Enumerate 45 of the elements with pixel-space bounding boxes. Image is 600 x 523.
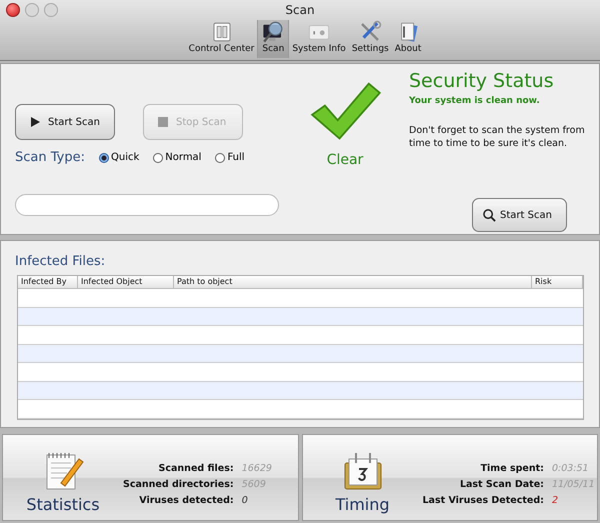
toolbar-item[interactable]: Settings (348, 20, 392, 58)
table-row[interactable] (18, 308, 583, 326)
stat-label: Scanned files: (158, 463, 234, 474)
stat-value: 0:03:51 (552, 463, 590, 474)
status-message: Don't forget to scan the system from time to time to be sure it's clean. (409, 124, 586, 151)
stop-icon (158, 117, 168, 127)
stat-label: Time spent: (480, 463, 544, 474)
column-header[interactable]: Risk (532, 276, 583, 288)
scan-type-label: Scan Type: (15, 150, 86, 165)
close-button[interactable] (6, 3, 20, 17)
table-row[interactable] (18, 344, 583, 363)
start-scan-button[interactable]: Start Scan (472, 198, 567, 232)
stat-value: 0 (242, 495, 249, 506)
window-title: Scan (284, 2, 316, 17)
stat-label: Scanned directories: (123, 479, 234, 490)
stat-value: 16629 (242, 463, 272, 474)
magnifier-icon (261, 20, 286, 44)
status-headline: Your system is clean now. (409, 96, 541, 106)
column-header[interactable]: Infected Object (78, 276, 174, 288)
toolbar-item[interactable]: About (392, 20, 424, 58)
toolbar-item[interactable]: System Info (289, 20, 349, 58)
minimize-button[interactable] (25, 3, 39, 17)
stat-value: 2 (552, 495, 559, 506)
stat-label: Last Viruses Detected: (422, 495, 544, 506)
panel-title: Statistics (26, 495, 100, 514)
stat-label: Viruses detected: (138, 495, 234, 506)
start-scan-button[interactable]: Start Scan (15, 104, 115, 140)
play-icon (30, 117, 40, 127)
status-label: Clear (326, 152, 364, 168)
table-row[interactable] (18, 382, 583, 400)
section-title: Infected Files: (15, 254, 106, 269)
column-header[interactable]: Path to object (174, 276, 532, 288)
status-title: Security Status (409, 70, 555, 92)
column-header[interactable]: Infected By (18, 276, 78, 288)
toolbar-item[interactable]: Scan (257, 20, 290, 58)
stat-value: 11/05/11 (552, 479, 595, 490)
stat-value: 5609 (242, 479, 267, 490)
scan-type-radio[interactable]: Normal (153, 152, 202, 163)
search-icon (483, 208, 496, 222)
toolbar-item[interactable]: Control Center (186, 20, 258, 58)
zoom-button[interactable] (44, 3, 58, 17)
scan-type-radio[interactable]: Quick (99, 152, 140, 163)
scan-type-radio[interactable]: Full (215, 152, 245, 163)
panel-title: Timing (335, 495, 390, 514)
stat-label: Last Scan Date: (458, 479, 544, 490)
